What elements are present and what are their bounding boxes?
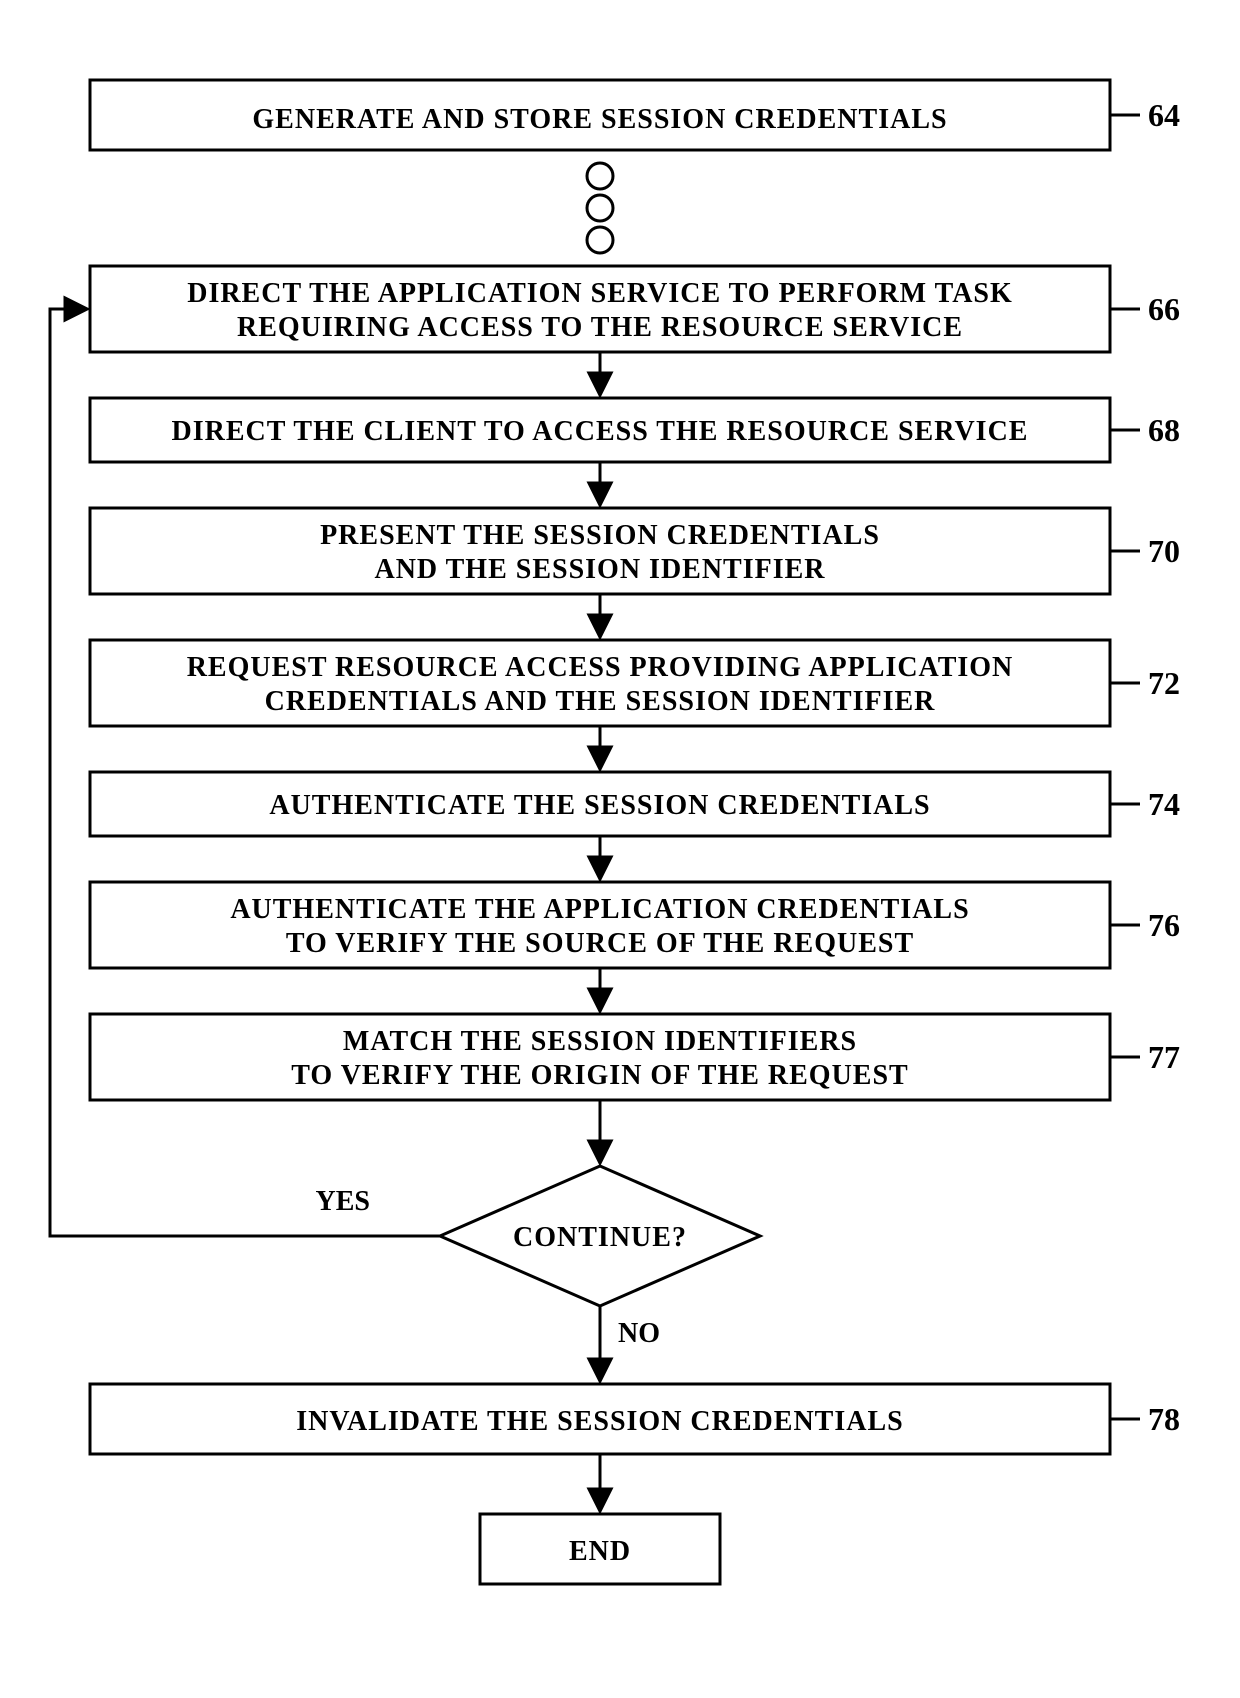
ref-label: 72 bbox=[1148, 665, 1180, 701]
step-label-line2: REQUIRING ACCESS TO THE RESOURCE SERVICE bbox=[237, 312, 963, 343]
decision-continue: CONTINUE? bbox=[440, 1166, 760, 1306]
step-label: DIRECT THE CLIENT TO ACCESS THE RESOURCE… bbox=[172, 416, 1029, 447]
step-invalidate-session-credentials: INVALIDATE THE SESSION CREDENTIALS 78 bbox=[90, 1384, 1180, 1454]
ref-label: 78 bbox=[1148, 1401, 1180, 1437]
ref-label: 77 bbox=[1148, 1039, 1180, 1075]
step-label: AUTHENTICATE THE SESSION CREDENTIALS bbox=[269, 790, 930, 821]
ellipsis-icon bbox=[587, 163, 613, 253]
step-direct-app-service: DIRECT THE APPLICATION SERVICE TO PERFOR… bbox=[90, 266, 1180, 352]
step-generate-store-session-credentials: GENERATE AND STORE SESSION CREDENTIALS 6… bbox=[90, 80, 1180, 150]
step-label-line1: PRESENT THE SESSION CREDENTIALS bbox=[320, 520, 880, 551]
ref-label: 66 bbox=[1148, 291, 1180, 327]
step-present-session-credentials: PRESENT THE SESSION CREDENTIALS AND THE … bbox=[90, 508, 1180, 594]
step-match-session-identifiers: MATCH THE SESSION IDENTIFIERS TO VERIFY … bbox=[90, 1014, 1180, 1100]
step-request-resource-access: REQUEST RESOURCE ACCESS PROVIDING APPLIC… bbox=[90, 640, 1180, 726]
step-label-line1: REQUEST RESOURCE ACCESS PROVIDING APPLIC… bbox=[187, 652, 1014, 683]
flowchart: GENERATE AND STORE SESSION CREDENTIALS 6… bbox=[0, 0, 1240, 1698]
step-end: END bbox=[480, 1514, 720, 1584]
step-label: GENERATE AND STORE SESSION CREDENTIALS bbox=[252, 104, 947, 135]
step-label-line2: AND THE SESSION IDENTIFIER bbox=[374, 554, 825, 585]
yes-label: YES bbox=[316, 1186, 370, 1217]
step-label-line2: TO VERIFY THE ORIGIN OF THE REQUEST bbox=[291, 1060, 908, 1091]
step-label: INVALIDATE THE SESSION CREDENTIALS bbox=[296, 1406, 903, 1437]
ref-label: 68 bbox=[1148, 412, 1180, 448]
step-label-line2: CREDENTIALS AND THE SESSION IDENTIFIER bbox=[265, 686, 936, 717]
step-label-line1: AUTHENTICATE THE APPLICATION CREDENTIALS bbox=[230, 894, 969, 925]
step-label-line1: MATCH THE SESSION IDENTIFIERS bbox=[343, 1026, 857, 1057]
ref-label: 70 bbox=[1148, 533, 1180, 569]
step-authenticate-session-credentials: AUTHENTICATE THE SESSION CREDENTIALS 74 bbox=[90, 772, 1180, 836]
step-label-line1: DIRECT THE APPLICATION SERVICE TO PERFOR… bbox=[187, 278, 1013, 309]
end-label: END bbox=[569, 1536, 631, 1567]
no-label: NO bbox=[618, 1318, 660, 1349]
ref-label: 74 bbox=[1148, 786, 1180, 822]
ref-label: 76 bbox=[1148, 907, 1180, 943]
ref-label: 64 bbox=[1148, 97, 1180, 133]
step-direct-client: DIRECT THE CLIENT TO ACCESS THE RESOURCE… bbox=[90, 398, 1180, 462]
step-label-line2: TO VERIFY THE SOURCE OF THE REQUEST bbox=[286, 928, 914, 959]
edge-no: NO bbox=[600, 1306, 660, 1380]
decision-label: CONTINUE? bbox=[513, 1222, 687, 1253]
step-authenticate-app-credentials: AUTHENTICATE THE APPLICATION CREDENTIALS… bbox=[90, 882, 1180, 968]
